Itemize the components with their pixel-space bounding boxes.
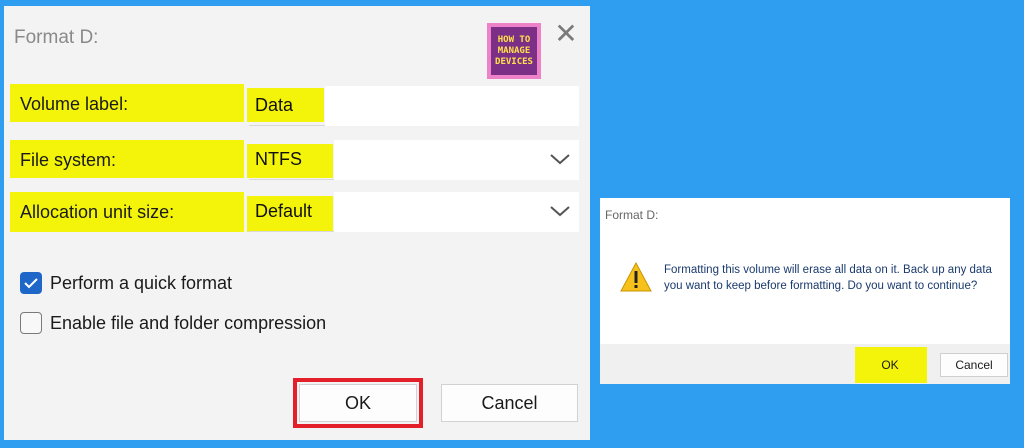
ok-button[interactable]: OK [299,384,417,422]
volume-label-input[interactable]: Data [249,86,579,126]
file-system-value: NTFS [255,149,302,169]
logo-text: HOW TO MANAGE DEVICES [491,27,537,75]
logo-line-1: HOW TO [497,34,531,45]
dialog-title: Format D: [14,27,99,48]
chevron-down-icon [550,154,570,165]
compression-row[interactable]: Enable file and folder compression [20,311,326,335]
format-dialog: Format D: HOW TO MANAGE DEVICES ✕ Volume… [4,6,590,440]
top-strip [0,0,1024,5]
confirm-message: Formatting this volume will erase all da… [664,264,992,292]
allocation-value: Default [255,201,313,221]
close-icon[interactable]: ✕ [552,20,580,48]
check-icon [24,278,38,289]
volume-label-value: Data [255,95,294,115]
volume-label-text: Volume label: [20,94,129,114]
logo-line-3: DEVICES [495,56,533,67]
file-system-label: File system: [20,150,117,170]
compression-checkbox[interactable] [20,312,42,334]
confirm-title: Format D: [605,208,659,222]
quick-format-checkbox[interactable] [20,272,42,294]
logo-line-2: MANAGE [497,45,531,56]
confirm-ok-button[interactable]: OK [858,353,922,377]
confirm-cancel-button[interactable]: Cancel [940,353,1008,377]
file-system-select[interactable]: NTFS [249,140,579,180]
howto-logo: HOW TO MANAGE DEVICES [487,23,541,79]
compression-label: Enable file and folder compression [50,312,327,333]
allocation-label: Allocation unit size: [20,202,175,222]
warning-icon [620,262,652,292]
allocation-select[interactable]: Default [249,192,579,232]
cancel-button[interactable]: Cancel [441,384,578,422]
quick-format-label: Perform a quick format [50,272,233,293]
quick-format-row[interactable]: Perform a quick format [20,271,232,295]
chevron-down-icon [550,206,570,217]
